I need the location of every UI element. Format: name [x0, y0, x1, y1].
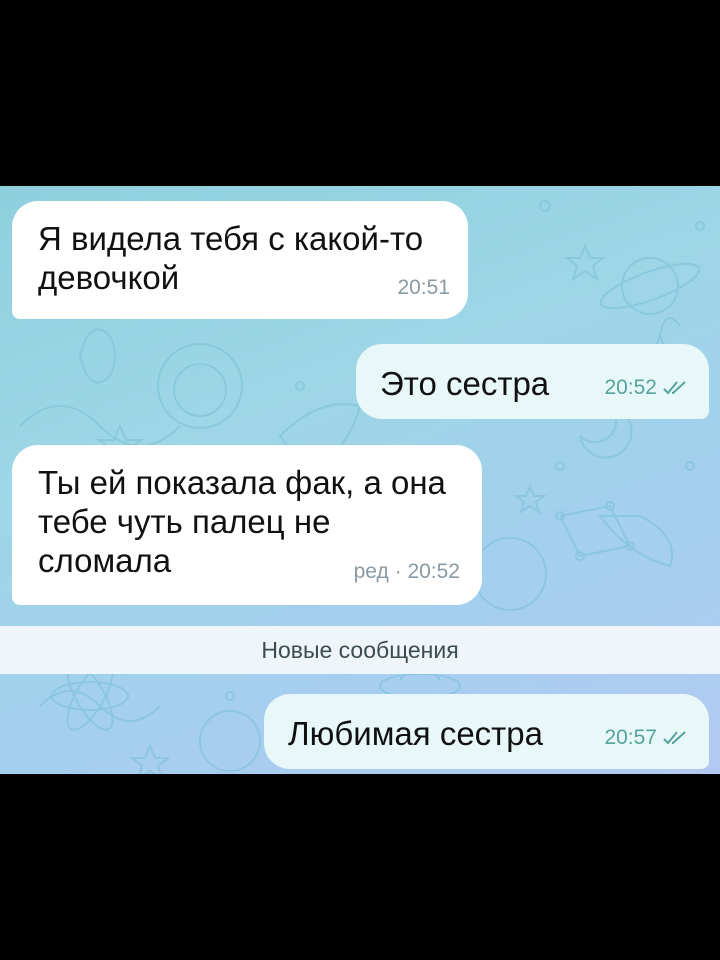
new-messages-label: Новые сообщения: [261, 637, 459, 663]
message-text: Я видела тебя с какой-то девочкой: [38, 220, 424, 296]
message-time: 20:52: [604, 376, 657, 399]
message-bubble-outgoing[interactable]: Это сестра 20:52: [356, 344, 709, 419]
message-meta: ред · 20:52: [353, 560, 460, 583]
double-check-icon: [663, 731, 686, 745]
double-check-icon: [663, 381, 686, 395]
edited-label: ред: [353, 560, 389, 583]
message-meta: 20:57: [604, 718, 687, 757]
message-bubble-incoming[interactable]: Я видела тебя с какой-то девочкой 20:51: [12, 201, 468, 319]
message-bubble-outgoing[interactable]: Любимая сестра 20:57: [264, 694, 709, 769]
message-bubble-incoming[interactable]: Ты ей показала фак, а она тебе чуть пале…: [12, 445, 482, 605]
message-meta: 20:52: [604, 368, 687, 407]
message-time: 20:57: [604, 726, 657, 749]
new-messages-divider: Новые сообщения: [0, 626, 720, 674]
message-time: 20:51: [397, 276, 450, 299]
chat-area[interactable]: Я видела тебя с какой-то девочкой 20:51 …: [0, 186, 720, 774]
message-time: 20:52: [407, 560, 460, 583]
